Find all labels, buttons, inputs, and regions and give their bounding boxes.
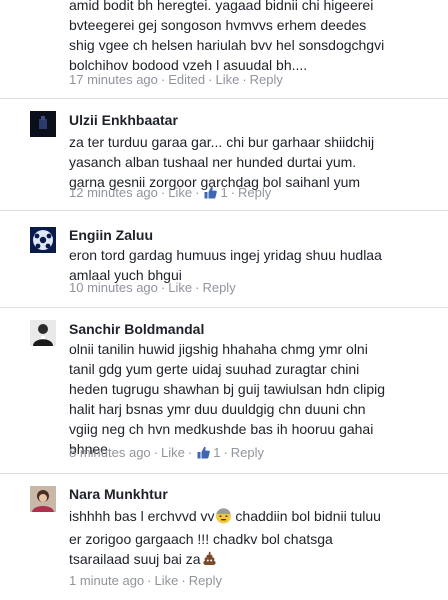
avatar-image <box>30 320 56 346</box>
separator: · <box>195 185 200 200</box>
like-button[interactable]: Like <box>168 185 192 200</box>
separator: · <box>195 280 200 295</box>
timestamp[interactable]: 17 minutes ago <box>69 72 158 87</box>
comment-text: eron tord gardag humuus ingej yridag shu… <box>69 245 444 285</box>
poop-emoji <box>201 550 218 572</box>
avatar[interactable] <box>30 486 56 512</box>
comment-line: heden tugrugu shawhan bj guij tawiulsan … <box>69 381 385 397</box>
thumbs-up-icon <box>197 446 211 459</box>
comment-line: shig vgee ch helsen hariulah bvv hel son… <box>69 37 385 53</box>
comment-feed: amid bodit bh heregtei. yagaad bidnii ch… <box>0 0 448 600</box>
separator: · <box>160 72 166 87</box>
separator: · <box>147 573 152 588</box>
author-name[interactable]: Nara Munkhtur <box>69 486 168 502</box>
separator: · <box>230 185 236 200</box>
comment-meta: 8 minutes ago · Like · 1 · Reply <box>69 445 264 460</box>
timestamp[interactable]: 1 minute ago <box>69 573 144 588</box>
separator: · <box>153 445 159 460</box>
comment-text: za ter turduu garaa gar... chi bur garha… <box>69 132 444 192</box>
avatar[interactable] <box>30 111 56 137</box>
author-name[interactable]: Ulzii Enkhbaatar <box>69 112 178 128</box>
reply-button[interactable]: Reply <box>250 72 283 87</box>
comment-line: halit harj bsnas ymr duu duuldgig chn du… <box>69 401 366 417</box>
like-button[interactable]: Like <box>155 573 179 588</box>
reply-button[interactable]: Reply <box>231 445 264 460</box>
comment-line-3: tsarailaad suuj bai za <box>69 549 444 572</box>
comment-line: za ter turduu garaa gar... chi bur garha… <box>69 134 375 150</box>
separator: · <box>160 280 166 295</box>
comment-line: tsarailaad suuj bai za <box>69 551 201 567</box>
cold-sweat-emoji <box>215 507 232 529</box>
separator: · <box>223 445 228 460</box>
edited-label[interactable]: Edited <box>168 72 205 87</box>
timestamp[interactable]: 8 minutes ago <box>69 445 151 460</box>
reply-button[interactable]: Reply <box>189 573 222 588</box>
avatar-image <box>30 486 56 512</box>
comment-meta: 17 minutes ago · Edited · Like · Reply <box>69 72 283 87</box>
like-count[interactable]: 1 <box>220 185 227 200</box>
like-button[interactable]: Like <box>168 280 192 295</box>
comment-line: eron tord gardag humuus ingej yridag shu… <box>69 247 382 263</box>
separator: · <box>181 573 186 588</box>
like-count[interactable]: 1 <box>213 445 220 460</box>
comment-3: Sanchir Boldmandal olnii tanilin huwid j… <box>0 308 448 473</box>
separator: · <box>187 445 193 460</box>
comment-line: olnii tanilin huwid jigshig hhahaha chmg… <box>69 341 368 357</box>
comment-meta: 12 minutes ago · Like · 1 · Reply <box>69 185 271 200</box>
comment-line: vgiig neg ch hvn medkushde bas ih hooruu… <box>69 421 374 437</box>
comment-0: amid bodit bh heregtei. yagaad bidnii ch… <box>0 0 448 98</box>
comment-text: olnii tanilin huwid jigshig hhahaha chmg… <box>69 339 444 459</box>
separator: · <box>160 185 166 200</box>
reply-button[interactable]: Reply <box>238 185 271 200</box>
avatar-image <box>30 111 56 137</box>
author-name[interactable]: Sanchir Boldmandal <box>69 321 204 337</box>
timestamp[interactable]: 10 minutes ago <box>69 280 158 295</box>
comment-line: chaddiin bol bidnii tuluu <box>235 508 381 524</box>
avatar[interactable] <box>30 320 56 346</box>
comment-text: amid bodit bh heregtei. yagaad bidnii ch… <box>69 0 444 75</box>
comment-line: amid bodit bh heregtei. yagaad bidnii ch… <box>69 0 374 13</box>
separator: · <box>208 72 213 87</box>
comment-line: bvteegerei gej songoson hvmvvs erhem dee… <box>69 17 367 33</box>
separator: · <box>242 72 247 87</box>
comment-text: ishhhh bas l erchvvd vv chaddiin bol bid… <box>69 506 444 572</box>
comment-line: yasanch alban tushaal ner hunded durtai … <box>69 154 357 170</box>
comment-line-1: ishhhh bas l erchvvd vv chaddiin bol bid… <box>69 506 444 529</box>
comment-line: tanil gdg yum gerte uidaj suuhad zuragta… <box>69 361 360 377</box>
comment-meta: 10 minutes ago · Like · Reply <box>69 280 236 295</box>
reply-button[interactable]: Reply <box>202 280 235 295</box>
like-button[interactable]: Like <box>161 445 185 460</box>
comment-line: er zorigoo gargaach !!! chadkv bol chats… <box>69 531 333 547</box>
comment-line: ishhhh bas l erchvvd vv <box>69 508 215 524</box>
comment-4: Nara Munkhtur ishhhh bas l erchvvd vv ch… <box>0 474 448 600</box>
comment-2: Engiin Zaluu eron tord gardag humuus ing… <box>0 211 448 307</box>
avatar-image <box>30 227 56 253</box>
comment-1: Ulzii Enkhbaatar za ter turduu garaa gar… <box>0 99 448 210</box>
thumbs-up-icon <box>204 186 218 199</box>
avatar[interactable] <box>30 227 56 253</box>
like-button[interactable]: Like <box>215 72 239 87</box>
author-name[interactable]: Engiin Zaluu <box>69 227 153 243</box>
comment-meta: 1 minute ago · Like · Reply <box>69 573 222 588</box>
timestamp[interactable]: 12 minutes ago <box>69 185 158 200</box>
